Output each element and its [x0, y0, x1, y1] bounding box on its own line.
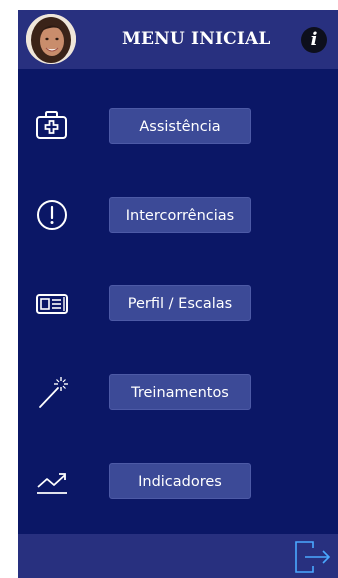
menu-row-treinamentos: Treinamentos — [18, 374, 338, 412]
first-aid-kit-icon — [34, 108, 70, 146]
avatar[interactable] — [26, 14, 76, 64]
app-screen: MENU INICIAL i Assistência Intercorrênci… — [18, 10, 338, 578]
intercorrencias-button[interactable]: Intercorrências — [109, 197, 251, 233]
info-button[interactable]: i — [301, 27, 327, 53]
footer-bar — [18, 534, 338, 578]
menu-row-indicadores: Indicadores — [18, 463, 338, 501]
newspaper-icon — [34, 285, 70, 323]
alert-circle-icon — [34, 197, 70, 235]
header-bar: MENU INICIAL i — [18, 10, 338, 69]
magic-wand-icon — [34, 374, 70, 412]
menu-row-perfil-escalas: Perfil / Escalas — [18, 285, 338, 323]
treinamentos-button[interactable]: Treinamentos — [109, 374, 251, 410]
logout-icon[interactable] — [293, 539, 333, 575]
trending-up-icon — [34, 463, 70, 501]
page-title: MENU INICIAL — [122, 29, 271, 49]
indicadores-button[interactable]: Indicadores — [109, 463, 251, 499]
menu-row-assistencia: Assistência — [18, 108, 338, 146]
menu-row-intercorrencias: Intercorrências — [18, 197, 338, 235]
assistencia-button[interactable]: Assistência — [109, 108, 251, 144]
perfil-escalas-button[interactable]: Perfil / Escalas — [109, 285, 251, 321]
